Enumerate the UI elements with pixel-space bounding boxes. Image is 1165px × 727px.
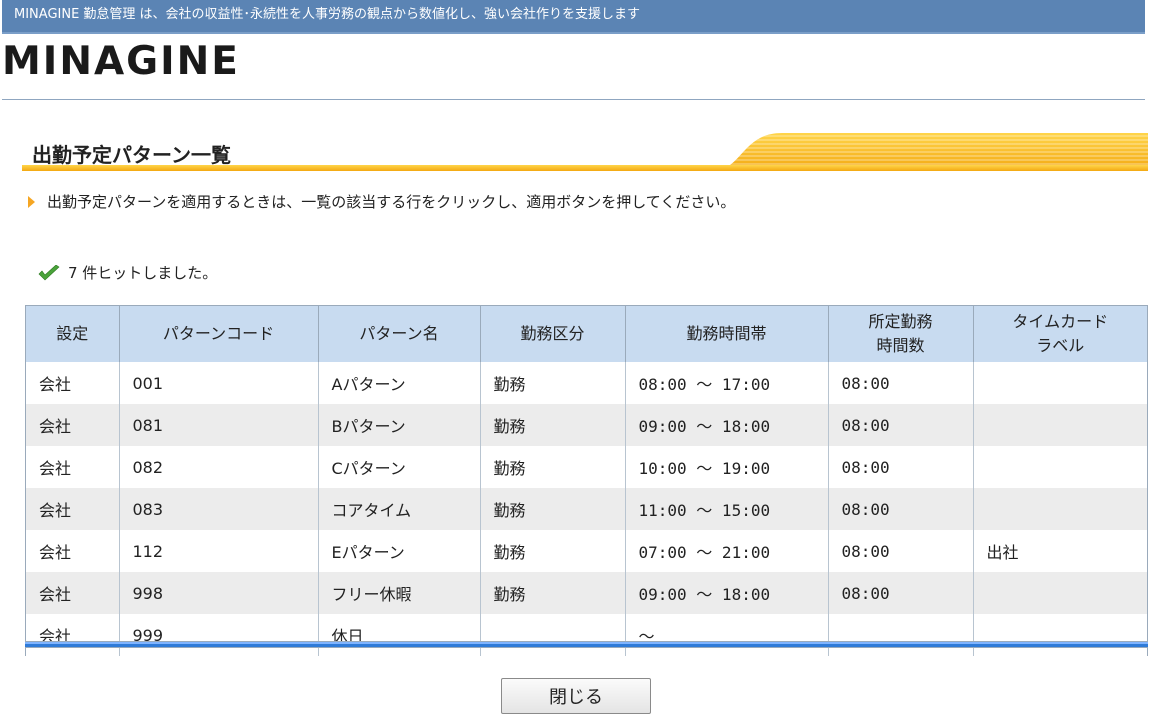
cell-pattern-code: 001	[119, 362, 319, 404]
header-work-category[interactable]: 勤務区分	[480, 306, 626, 362]
table-footer-bar	[25, 641, 1148, 648]
cell-work-hours: 09:00 〜 18:00	[625, 572, 829, 614]
cell-work-hours: 11:00 〜 15:00	[625, 488, 829, 530]
minagine-logo: MINAGINE	[2, 39, 240, 84]
cell-scheduled-hours: 08:00	[828, 404, 974, 446]
triangle-right-icon	[28, 196, 35, 208]
cell-scheduled-hours: 08:00	[828, 362, 974, 404]
cell-work-category: 勤務	[480, 404, 626, 446]
cell-pattern-name: Aパターン	[318, 362, 481, 404]
cell-timecard-label	[973, 362, 1147, 404]
cell-timecard-label: 出社	[973, 530, 1147, 572]
table-header-row: 設定 パターンコード パターン名 勤務区分 勤務時間帯 所定勤務 時間数 タイムカ…	[26, 306, 1147, 362]
cell-work-hours: 07:00 〜 21:00	[625, 530, 829, 572]
cell-work-category: 勤務	[480, 530, 626, 572]
checkmark-icon	[38, 265, 60, 281]
header-pattern-name[interactable]: パターン名	[318, 306, 481, 362]
cell-setting: 会社	[26, 362, 120, 404]
table-row[interactable]: 会社 112 Eパターン 勤務 07:00 〜 21:00 08:00 出社	[26, 530, 1147, 572]
cell-work-category: 勤務	[480, 446, 626, 488]
banner-tagline: MINAGINE 勤怠管理 は、会社の収益性･永続性を人事労務の観点から数値化し…	[14, 7, 641, 22]
cell-pattern-name: Cパターン	[318, 446, 481, 488]
cell-pattern-name: コアタイム	[318, 488, 481, 530]
section-heading: 出勤予定パターン一覧	[22, 131, 1148, 171]
table-row[interactable]: 会社 999 休日 〜	[26, 614, 1147, 656]
cell-pattern-code: 081	[119, 404, 319, 446]
cell-timecard-label	[973, 488, 1147, 530]
pattern-table: 設定 パターンコード パターン名 勤務区分 勤務時間帯 所定勤務 時間数 タイムカ…	[25, 305, 1148, 656]
table-row[interactable]: 会社 998 フリー休暇 勤務 09:00 〜 18:00 08:00	[26, 572, 1147, 614]
cell-work-category: 勤務	[480, 572, 626, 614]
header-scheduled-hours[interactable]: 所定勤務 時間数	[828, 306, 974, 362]
cell-pattern-code: 998	[119, 572, 319, 614]
top-banner: MINAGINE 勤怠管理 は、会社の収益性･永続性を人事労務の観点から数値化し…	[2, 0, 1145, 34]
cell-pattern-name: Eパターン	[318, 530, 481, 572]
cell-scheduled-hours: 08:00	[828, 530, 974, 572]
instruction-text: 出勤予定パターンを適用するときは、一覧の該当する行をクリックし、適用ボタンを押し…	[28, 191, 735, 212]
header-work-hours[interactable]: 勤務時間帯	[625, 306, 829, 362]
cell-setting: 会社	[26, 446, 120, 488]
cell-work-category: 勤務	[480, 362, 626, 404]
cell-setting: 会社	[26, 614, 120, 656]
cell-scheduled-hours	[828, 614, 974, 656]
cell-pattern-name: フリー休暇	[318, 572, 481, 614]
cell-setting: 会社	[26, 530, 120, 572]
cell-pattern-code: 999	[119, 614, 319, 656]
page-title: 出勤予定パターン一覧	[32, 143, 231, 167]
cell-setting: 会社	[26, 572, 120, 614]
cell-setting: 会社	[26, 488, 120, 530]
cell-pattern-code: 112	[119, 530, 319, 572]
cell-work-hours: 〜	[625, 614, 829, 656]
instruction-label: 出勤予定パターンを適用するときは、一覧の該当する行をクリックし、適用ボタンを押し…	[47, 193, 736, 211]
close-button[interactable]: 閉じる	[501, 678, 651, 714]
cell-work-category: 勤務	[480, 488, 626, 530]
table-row[interactable]: 会社 083 コアタイム 勤務 11:00 〜 15:00 08:00	[26, 488, 1147, 530]
header-divider	[2, 99, 1145, 100]
cell-work-hours: 09:00 〜 18:00	[625, 404, 829, 446]
cell-pattern-name: Bパターン	[318, 404, 481, 446]
table-row[interactable]: 会社 082 Cパターン 勤務 10:00 〜 19:00 08:00	[26, 446, 1147, 488]
header-pattern-code[interactable]: パターンコード	[119, 306, 319, 362]
cell-setting: 会社	[26, 404, 120, 446]
cell-timecard-label	[973, 446, 1147, 488]
cell-work-hours: 10:00 〜 19:00	[625, 446, 829, 488]
hit-count-label: 7 件ヒットしました。	[68, 264, 218, 282]
hit-count-message: 7 件ヒットしました。	[38, 262, 217, 283]
cell-pattern-code: 083	[119, 488, 319, 530]
header-timecard-label[interactable]: タイムカード ラベル	[973, 306, 1147, 362]
cell-timecard-label	[973, 404, 1147, 446]
cell-timecard-label	[973, 614, 1147, 656]
cell-work-hours: 08:00 〜 17:00	[625, 362, 829, 404]
table-row[interactable]: 会社 001 Aパターン 勤務 08:00 〜 17:00 08:00	[26, 362, 1147, 404]
cell-scheduled-hours: 08:00	[828, 488, 974, 530]
cell-timecard-label	[973, 572, 1147, 614]
cell-pattern-name: 休日	[318, 614, 481, 656]
table-row[interactable]: 会社 081 Bパターン 勤務 09:00 〜 18:00 08:00	[26, 404, 1147, 446]
cell-work-category	[480, 614, 626, 656]
cell-scheduled-hours: 08:00	[828, 446, 974, 488]
cell-pattern-code: 082	[119, 446, 319, 488]
cell-scheduled-hours: 08:00	[828, 572, 974, 614]
header-setting[interactable]: 設定	[26, 306, 120, 362]
